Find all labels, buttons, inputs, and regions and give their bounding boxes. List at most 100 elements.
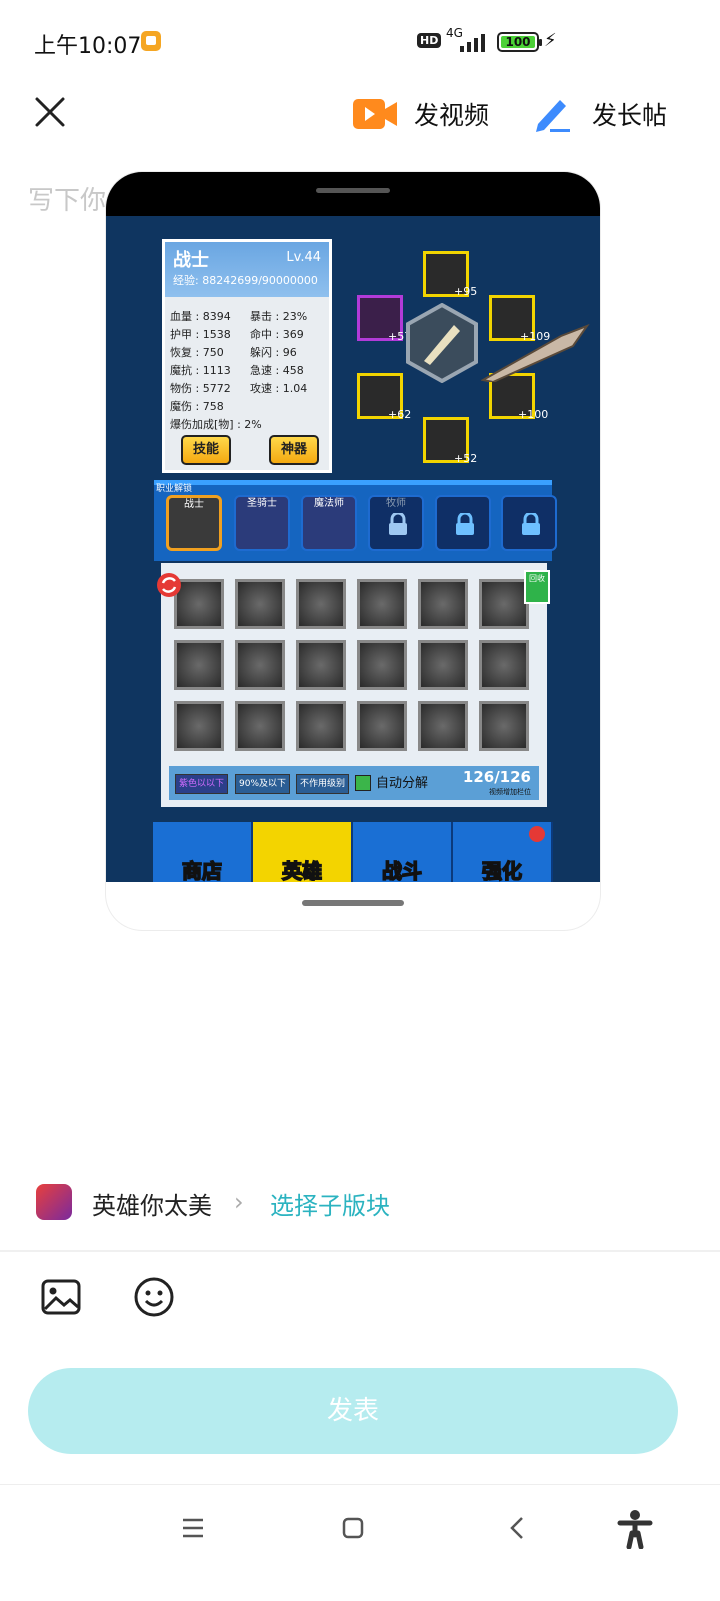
divider xyxy=(0,1250,720,1252)
nav-hero: 英雄 xyxy=(253,822,353,882)
stat-crit-bonus: 爆伤加成[物] : 2% xyxy=(170,418,262,431)
inventory-footer: 紫色以以下 90%及以下 不作用级别 自动分解 126/126 视频增加栏位 xyxy=(169,766,539,800)
pen-icon xyxy=(536,100,570,132)
long-post-button[interactable]: 发长帖 xyxy=(532,94,667,134)
helmet-bonus: +95 xyxy=(454,285,478,298)
class-warrior-label: 战士 xyxy=(184,499,204,510)
stat-list: 血量 : 8394 暴击 : 23% 护甲 : 1538 命中 : 369 恢复 :… xyxy=(170,308,330,434)
inventory-slot xyxy=(296,701,346,751)
amulet-bonus: +62 xyxy=(388,408,412,421)
weapon-art-icon xyxy=(481,323,590,382)
stat-mdmg: 魔伤 : 758 xyxy=(170,400,224,413)
back-icon[interactable] xyxy=(505,1515,531,1541)
hero-level: Lv.44 xyxy=(286,250,321,265)
stat-hp: 血量 : 8394 xyxy=(170,310,231,323)
battery-icon: 100 xyxy=(497,32,542,52)
post-video-button[interactable]: 发视频 xyxy=(352,94,489,134)
auto-decompose-checkbox xyxy=(355,775,371,791)
inventory-panel: 回收 紫色以以下 90%及以下 不作用级别 自动分解 126/126 视频增加栏… xyxy=(157,563,550,807)
stat-regen: 恢复 : 750 xyxy=(170,346,224,359)
post-body-input[interactable]: 写下你 xyxy=(28,180,106,217)
publish-button[interactable]: 发表 xyxy=(28,1368,678,1454)
inventory-slot xyxy=(418,579,468,629)
signal-icon xyxy=(460,34,485,52)
game-screen: 战士 Lv.44 经验: 88242699/90000000 血量 : 8394… xyxy=(106,216,600,882)
inventory-slot xyxy=(296,640,346,690)
stat-haste: 急速 : 458 xyxy=(250,364,304,377)
filter-quality: 紫色以以下 xyxy=(175,774,229,794)
inventory-slot xyxy=(479,640,529,690)
nav-hero-label: 英雄 xyxy=(281,858,323,882)
inventory-slot xyxy=(357,579,407,629)
charging-icon: ⚡ xyxy=(544,30,557,51)
class-paladin: 圣骑士 xyxy=(234,495,290,551)
boots-bonus: +52 xyxy=(454,452,478,465)
nav-shop-label: 商店 xyxy=(181,858,223,882)
video-camera-icon xyxy=(353,99,397,129)
emoji-icon[interactable] xyxy=(133,1276,175,1318)
class-locked-5 xyxy=(435,495,491,551)
notification-dot xyxy=(529,826,545,842)
lock-icon xyxy=(456,513,474,535)
close-icon[interactable] xyxy=(30,92,70,132)
inventory-slot xyxy=(357,701,407,751)
stat-mres: 魔抗 : 1113 xyxy=(170,364,231,377)
hero-stat-panel: 战士 Lv.44 经验: 88242699/90000000 血量 : 8394… xyxy=(162,239,332,473)
attached-screenshot[interactable]: 战士 Lv.44 经验: 88242699/90000000 血量 : 8394… xyxy=(106,172,600,930)
bag-count: 126/126 xyxy=(462,768,531,786)
filter-level: 不作用级别 xyxy=(296,774,350,794)
refresh-icon xyxy=(157,573,181,597)
lock-icon xyxy=(389,513,407,535)
inventory-slot xyxy=(174,701,224,751)
select-subforum-button[interactable]: 选择子版块 xyxy=(270,1186,390,1221)
notification-app-icon xyxy=(141,31,161,51)
forum-name[interactable]: 英雄你太美 xyxy=(92,1186,212,1221)
recycle-bin-icon: 回收 xyxy=(524,570,550,604)
inventory-slot xyxy=(479,579,529,629)
screenshot-status-strip xyxy=(106,172,600,216)
menu-icon[interactable] xyxy=(180,1515,206,1541)
class-emblem-icon xyxy=(406,303,478,383)
auto-decompose-label: 自动分解 xyxy=(376,776,429,791)
class-title: 职业解锁 xyxy=(156,484,193,494)
forum-avatar[interactable] xyxy=(36,1184,72,1220)
inventory-slot xyxy=(235,579,285,629)
inventory-slot xyxy=(174,640,224,690)
inventory-slot xyxy=(235,701,285,751)
hero-name: 战士 xyxy=(173,250,209,271)
skill-button: 技能 xyxy=(181,435,231,465)
inventory-slot xyxy=(479,701,529,751)
artifact-button: 神器 xyxy=(269,435,319,465)
inventory-slot xyxy=(418,640,468,690)
inventory-slot xyxy=(418,701,468,751)
chevron-right-icon: › xyxy=(234,1188,244,1216)
class-selector: 职业解锁 战士 圣骑士 魔法师 牧师 xyxy=(154,480,557,561)
class-paladin-label: 圣骑士 xyxy=(247,498,277,509)
nav-battle: 战斗 xyxy=(353,822,453,882)
post-video-label: 发视频 xyxy=(414,101,490,130)
inventory-slot xyxy=(296,579,346,629)
battery-level: 100 xyxy=(501,36,535,49)
filter-percent: 90%及以下 xyxy=(235,774,291,794)
nav-shop: 商店 xyxy=(153,822,253,882)
status-time: 上午10:07 xyxy=(34,34,142,59)
class-warrior: 战士 xyxy=(166,495,222,551)
stat-pdmg: 物伤 : 5772 xyxy=(170,382,231,395)
class-priest: 牧师 xyxy=(368,495,424,551)
class-mage: 魔法师 xyxy=(301,495,357,551)
home-icon[interactable] xyxy=(340,1515,366,1541)
stat-hit: 命中 : 369 xyxy=(250,328,304,341)
accessibility-icon[interactable] xyxy=(617,1509,653,1549)
hero-exp: 经验: 88242699/90000000 xyxy=(173,274,318,287)
stat-armor: 护甲 : 1538 xyxy=(170,328,231,341)
inventory-slot xyxy=(235,640,285,690)
image-icon[interactable] xyxy=(40,1276,82,1318)
stat-dodge: 躲闪 : 96 xyxy=(250,346,297,359)
ring-bonus: +100 xyxy=(518,408,549,421)
class-locked-6 xyxy=(501,495,557,551)
lock-icon xyxy=(522,513,540,535)
inventory-slot xyxy=(357,640,407,690)
class-priest-label: 牧师 xyxy=(386,498,406,509)
system-nav-bar xyxy=(0,1484,720,1601)
nav-upgrade-label: 强化 xyxy=(481,858,523,882)
